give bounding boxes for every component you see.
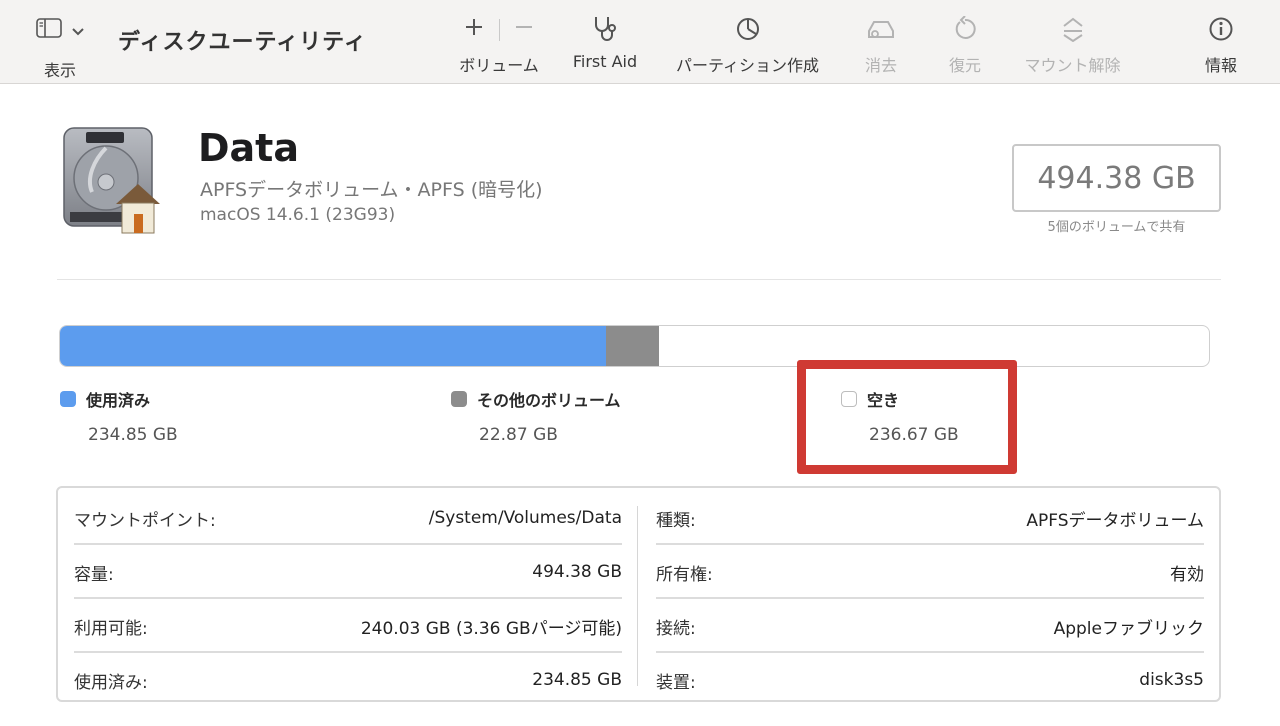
first-aid-button[interactable]: First Aid [560,14,650,71]
legend-swatch-other [451,391,467,407]
unmount-button[interactable]: マウント解除 [1015,14,1130,76]
info-row-type: 種類: APFSデータボリューム [656,491,1204,545]
add-volume-button[interactable] [465,18,483,40]
minus-icon [516,26,532,28]
toolbar: 表示 ディスクユーティリティ ボリューム First Aid パーティション作成 [0,0,1280,84]
info-table: マウントポイント: /System/Volumes/Data 容量: 494.3… [56,486,1221,702]
info-button[interactable]: 情報 [1194,14,1248,76]
first-aid-label: First Aid [572,52,638,71]
unmount-label: マウント解除 [1024,56,1121,75]
home-drive-icon [60,126,160,240]
column-divider [637,506,638,686]
partition-label: パーティション作成 [675,56,820,75]
usage-segment-used [60,326,606,366]
info-key: 所有権: [656,564,713,585]
app-title: ディスクユーティリティ [118,30,367,55]
usage-bar [59,325,1210,367]
pie-chart-icon [665,14,830,44]
info-value: 有効 [1170,564,1204,585]
restore-button[interactable]: 復元 [936,14,994,76]
plus-icon [466,19,482,35]
stethoscope-icon [560,14,650,44]
chevron-down-icon [72,21,84,40]
info-key: 種類: [656,510,696,531]
info-key: 容量: [74,564,114,585]
info-key: マウントポイント: [74,510,216,531]
capacity-display: 494.38 GB [1012,144,1221,212]
info-value: /System/Volumes/Data [428,508,622,528]
usage-segment-other [605,326,660,366]
info-value: 240.03 GB (3.36 GBパージ可能) [360,618,622,639]
erase-disk-icon [852,14,910,44]
legend-name-other: その他のボリューム [477,391,621,410]
info-key: 利用可能: [74,618,148,639]
erase-label: 消去 [864,56,897,75]
remove-volume-button[interactable] [515,18,533,40]
info-value: 494.38 GB [532,562,622,582]
info-label: 情報 [1204,56,1237,75]
volume-os-version: macOS 14.6.1 (23G93) [200,205,396,225]
info-row-capacity: 容量: 494.38 GB [74,545,622,599]
legend-name-used: 使用済み [86,391,151,410]
legend-swatch-used [60,391,76,407]
info-value: APFSデータボリューム [1026,510,1204,531]
info-value: disk3s5 [1139,670,1204,690]
restore-icon [936,14,994,44]
free-space-highlight [797,360,1017,474]
restore-label: 復元 [948,56,981,75]
info-row-used: 使用済み: 234.85 GB [74,653,622,707]
volume-label: ボリューム [459,56,539,75]
info-key: 使用済み: [74,672,148,693]
info-row-mount-point: マウントポイント: /System/Volumes/Data [74,491,622,545]
legend-used: 使用済み 234.85 GB [60,387,178,445]
info-key: 装置: [656,672,696,693]
eject-icon [1015,14,1130,44]
info-row-device: 装置: disk3s5 [656,653,1204,707]
legend-value-other: 22.87 GB [479,425,558,445]
shared-volumes-note: 5個のボリュームで共有 [1047,220,1186,235]
sidebar-toggle-button[interactable] [36,18,84,42]
legend-value-used: 234.85 GB [88,425,178,445]
toolbar-separator [499,19,500,41]
header-divider [57,279,1221,280]
info-value: Appleファブリック [1053,618,1204,639]
partition-button[interactable]: パーティション作成 [665,14,830,76]
info-icon [1194,14,1248,44]
legend-other: その他のボリューム 22.87 GB [451,387,621,445]
info-value: 234.85 GB [532,670,622,690]
info-row-connection: 接続: Appleファブリック [656,599,1204,653]
info-row-ownership: 所有権: 有効 [656,545,1204,599]
volume-subtitle: APFSデータボリューム・APFS (暗号化) [200,179,543,201]
erase-button[interactable]: 消去 [852,14,910,76]
volume-name: Data [198,126,299,170]
info-key: 接続: [656,618,696,639]
sidebar-icon [36,18,62,42]
info-row-available: 利用可能: 240.03 GB (3.36 GBパージ可能) [74,599,622,653]
view-label: 表示 [44,61,77,80]
